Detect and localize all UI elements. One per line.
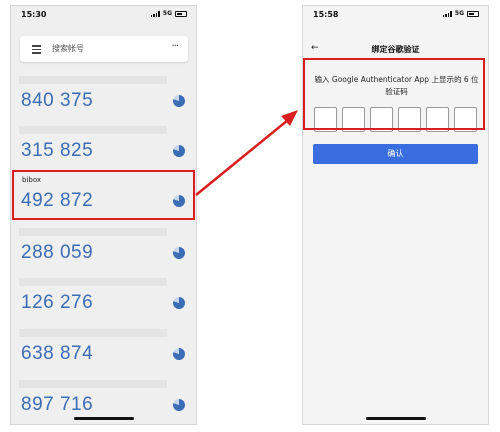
home-indicator (73, 417, 134, 420)
status-icons: 5G (150, 10, 187, 17)
otp-code: 638 874 (21, 343, 94, 364)
status-bar: 15:30 5G (11, 6, 196, 24)
code-label-bar (19, 380, 167, 388)
otp-code: 126 276 (21, 292, 94, 313)
otp-code: 840 375 (21, 90, 94, 111)
more-icon[interactable]: ··· (171, 41, 178, 52)
code-row[interactable]: 126 276 (11, 278, 196, 326)
timer-pie-icon (173, 145, 185, 157)
code-label-bar (19, 76, 167, 84)
status-time: 15:30 (21, 10, 47, 19)
timer-pie-icon (173, 399, 185, 411)
code-label-bar (19, 126, 167, 134)
timer-pie-icon (173, 348, 185, 360)
code-label-bar (19, 278, 167, 286)
back-arrow-icon[interactable]: ← (311, 43, 319, 53)
code-label-bar (19, 228, 167, 236)
network-label: 5G (454, 10, 464, 17)
code-row[interactable]: 315 825 (11, 126, 196, 174)
signal-icon (150, 10, 160, 17)
home-indicator (365, 417, 426, 420)
code-row[interactable]: 638 874 (11, 329, 196, 377)
timer-pie-icon (173, 297, 185, 309)
otp-code: 315 825 (21, 140, 94, 161)
otp-code: 897 716 (21, 394, 94, 415)
signal-icon (442, 10, 452, 17)
code-row[interactable]: 288 059 (11, 228, 196, 276)
status-time: 15:58 (313, 10, 339, 19)
battery-icon (175, 10, 187, 17)
page-title: 绑定谷歌验证 (371, 45, 420, 54)
status-icons: 5G (442, 10, 479, 17)
timer-pie-icon (173, 247, 185, 259)
screenshot-stage: 15:30 5G 搜索帐号 ··· 840 375 315 825 bibox … (0, 0, 500, 432)
code-row[interactable]: 840 375 (11, 76, 196, 124)
network-label: 5G (162, 10, 172, 17)
timer-pie-icon (173, 95, 185, 107)
search-bar[interactable]: 搜索帐号 ··· (20, 36, 188, 62)
search-input[interactable]: 搜索帐号 (52, 43, 84, 54)
otp-code: 288 059 (21, 242, 94, 263)
battery-icon (467, 10, 479, 17)
highlight-box (12, 170, 195, 220)
status-bar: 15:58 5G (303, 6, 488, 24)
code-label-bar (19, 329, 167, 337)
confirm-button[interactable]: 确认 (313, 144, 478, 164)
highlight-box (303, 58, 485, 130)
menu-icon[interactable] (32, 45, 41, 56)
